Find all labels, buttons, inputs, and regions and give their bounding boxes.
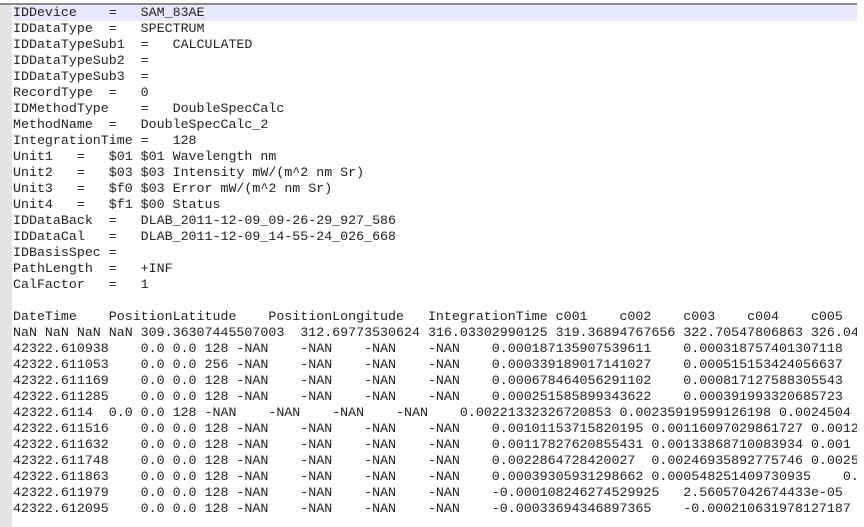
- text-line[interactable]: Unit3 = $f0 $03 Error mW/(m^2 nm Sr): [13, 181, 857, 197]
- text-line[interactable]: IDDataBack = DLAB_2011-12-09_09-26-29_92…: [13, 213, 857, 229]
- text-line[interactable]: 42322.612095 0.0 0.0 128 -NAN -NAN -NAN …: [13, 501, 857, 517]
- text-line[interactable]: IDMethodType = DoubleSpecCalc: [13, 101, 857, 117]
- text-line[interactable]: [13, 293, 857, 309]
- text-line[interactable]: IDDataTypeSub1 = CALCULATED: [13, 37, 857, 53]
- text-line[interactable]: Unit4 = $f1 $00 Status: [13, 197, 857, 213]
- text-line[interactable]: 42322.610938 0.0 0.0 128 -NAN -NAN -NAN …: [13, 341, 857, 357]
- text-editor[interactable]: IDDevice = SAM_83AE IDDataType = SPECTRUM…: [13, 5, 857, 527]
- text-line[interactable]: IDDataTypeSub2 =: [13, 53, 857, 69]
- text-line[interactable]: IDDataType = SPECTRUM: [13, 21, 857, 37]
- text-line[interactable]: IntegrationTime = 128: [13, 133, 857, 149]
- text-line[interactable]: IDDataCal = DLAB_2011-12-09_14-55-24_026…: [13, 229, 857, 245]
- text-line[interactable]: 42322.611169 0.0 0.0 128 -NAN -NAN -NAN …: [13, 373, 857, 389]
- text-line[interactable]: 42322.611979 0.0 0.0 128 -NAN -NAN -NAN …: [13, 485, 857, 501]
- editor-gutter: [0, 5, 12, 527]
- text-line[interactable]: IDDataTypeSub3 =: [13, 69, 857, 85]
- text-line[interactable]: CalFactor = 1: [13, 277, 857, 293]
- text-line[interactable]: MethodName = DoubleSpecCalc_2: [13, 117, 857, 133]
- text-line[interactable]: 42322.611053 0.0 0.0 256 -NAN -NAN -NAN …: [13, 357, 857, 373]
- text-line[interactable]: 42322.611516 0.0 0.0 128 -NAN -NAN -NAN …: [13, 421, 857, 437]
- text-line[interactable]: RecordType = 0: [13, 85, 857, 101]
- text-line[interactable]: DateTime PositionLatitude PositionLongit…: [13, 309, 857, 325]
- text-line[interactable]: NaN NaN NaN NaN 309.36307445507003 312.6…: [13, 325, 857, 341]
- text-line[interactable]: 42322.611748 0.0 0.0 128 -NAN -NAN -NAN …: [13, 453, 857, 469]
- text-line[interactable]: 42322.611285 0.0 0.0 128 -NAN -NAN -NAN …: [13, 389, 857, 405]
- text-line[interactable]: Unit1 = $01 $01 Wavelength nm: [13, 149, 857, 165]
- text-line[interactable]: 42322.611632 0.0 0.0 128 -NAN -NAN -NAN …: [13, 437, 857, 453]
- text-line[interactable]: IDBasisSpec =: [13, 245, 857, 261]
- text-line[interactable]: Unit2 = $03 $03 Intensity mW/(m^2 nm Sr): [13, 165, 857, 181]
- text-line[interactable]: 42322.6114 0.0 0.0 128 -NAN -NAN -NAN -N…: [13, 405, 857, 421]
- text-line[interactable]: 42322.611863 0.0 0.0 128 -NAN -NAN -NAN …: [13, 469, 857, 485]
- current-line[interactable]: IDDevice = SAM_83AE: [13, 5, 857, 21]
- text-line[interactable]: PathLength = +INF: [13, 261, 857, 277]
